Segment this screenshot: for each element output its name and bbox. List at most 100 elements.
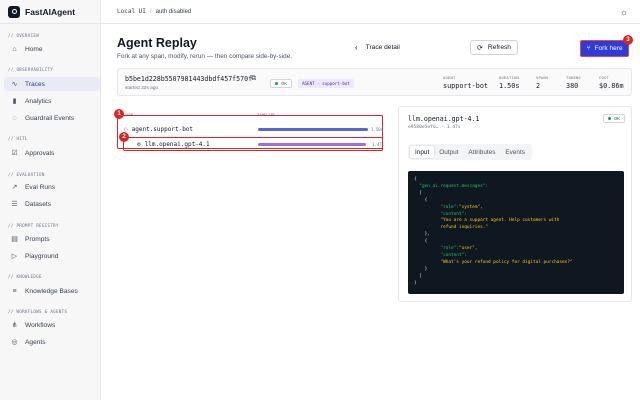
tab-output[interactable]: Output xyxy=(434,146,463,158)
span-detail-panel: llm.openai.gpt-4.1 e9580e5efd… · 1.47s O… xyxy=(398,106,632,302)
sidebar-item-label: Analytics xyxy=(25,97,52,105)
code-key: "content": xyxy=(440,211,467,217)
fork-icon: ⑂ xyxy=(586,45,591,52)
sidebar-item-label: Knowledge Bases xyxy=(25,287,78,295)
llm-span-icon: ⚙ xyxy=(137,140,141,148)
sidebar-item-analytics[interactable]: ▮ Analytics xyxy=(4,94,100,108)
sidebar-item-agents[interactable]: ◎ Agents xyxy=(4,335,100,349)
agent-badge: AGENT · support-bot xyxy=(298,79,354,88)
stat-label: TOKENS xyxy=(566,75,581,80)
status-text: OK xyxy=(613,116,620,121)
database-icon: ≡ xyxy=(12,287,17,295)
section-workflows-title: // WORKFLOWS & AGENTS xyxy=(8,309,68,314)
sidebar-item-knowledge-bases[interactable]: ≡ Knowledge Bases xyxy=(4,284,100,298)
span-name: agent.support-bot xyxy=(131,125,194,133)
section-knowledge-title: // KNOWLEDGE xyxy=(8,274,42,279)
sidebar-item-eval-runs[interactable]: ↗ Eval Runs xyxy=(4,180,100,194)
fork-here-label: Fork here xyxy=(594,45,623,52)
stat-agent: AGENT support-bot xyxy=(443,75,488,90)
code-line: { xyxy=(424,197,428,203)
page-subtitle: Fork at any span, modify, rerun — then c… xyxy=(117,53,292,60)
code-value: "user", xyxy=(458,246,478,252)
tab-events[interactable]: Events xyxy=(500,146,530,158)
trace-detail-link[interactable]: ‹ Trace detail xyxy=(355,43,400,52)
auth-status: auth disabled xyxy=(155,8,192,15)
tab-attributes[interactable]: Attributes xyxy=(463,146,500,158)
sidebar-item-guardrail-events[interactable]: ◌ Guardrail Events xyxy=(4,111,100,125)
page-title: Agent Replay xyxy=(117,36,197,50)
input-json-viewer[interactable]: { "gen_ai.request.messages": [ { "role":… xyxy=(408,171,624,294)
code-line: } xyxy=(414,280,417,286)
trace-id: b5be1d228b5507981443dbdf457f570f xyxy=(125,75,253,83)
status-badge: OK xyxy=(270,79,293,88)
stat-value: $0.86m xyxy=(599,82,624,90)
tab-input[interactable]: Input xyxy=(410,146,435,158)
home-icon: ⌂ xyxy=(12,45,17,53)
span-row-llm[interactable]: ⚙ llm.openai.gpt-4.1 xyxy=(137,138,210,150)
bar-chart-icon: ▮ xyxy=(12,98,17,105)
sidebar-item-label: Traces xyxy=(25,80,45,88)
section-hitl-title: // HITL xyxy=(8,136,28,141)
topbar-separator: / xyxy=(149,8,152,15)
detail-status-badge: OK xyxy=(602,114,625,123)
code-key: "content": xyxy=(440,252,467,258)
stat-duration: DURATION 1.50s xyxy=(499,75,519,90)
topbar: Local UI / auth disabled ☼ xyxy=(101,0,640,24)
section-prompt-registry-title: // PROMPT REGISTRY xyxy=(8,223,59,228)
stat-value: 2 xyxy=(536,82,541,90)
trend-icon: ↗ xyxy=(11,184,18,191)
brand[interactable]: FastAIAgent xyxy=(0,0,100,24)
stat-value: 380 xyxy=(566,82,579,90)
stat-cost: COST $0.86m xyxy=(599,75,624,90)
span-row-agent[interactable]: ◌ agent.support-bot xyxy=(124,123,193,135)
code-value: "You are a support agent. Help customers… xyxy=(440,218,560,224)
code-line: } xyxy=(424,266,428,272)
span-name: llm.openai.gpt-4.1 xyxy=(144,140,210,148)
sidebar-item-traces[interactable]: ∿ Traces xyxy=(4,77,100,91)
play-icon: ▷ xyxy=(11,253,18,260)
code-value: "system", xyxy=(458,204,483,210)
refresh-button[interactable]: ⟳ Refresh xyxy=(470,40,518,55)
span-bar-llm xyxy=(258,143,366,146)
sidebar-item-label: Workflows xyxy=(25,321,56,329)
sidebar-item-label: Agents xyxy=(25,338,46,346)
annotation-marker-3: 3 xyxy=(623,35,633,45)
sidebar-item-home[interactable]: ⌂ Home xyxy=(4,42,100,56)
chevron-left-icon: ‹ xyxy=(355,43,358,52)
stat-label: COST xyxy=(599,75,609,80)
activity-icon: ∿ xyxy=(11,81,18,88)
code-line: [ xyxy=(419,190,422,196)
sidebar-item-playground[interactable]: ▷ Playground xyxy=(4,249,100,263)
shield-icon: ◌ xyxy=(12,114,17,122)
sun-icon[interactable]: ☼ xyxy=(620,7,628,17)
status-dot-icon xyxy=(275,82,278,85)
sidebar-item-workflows[interactable]: ⋔ Workflows xyxy=(4,318,100,332)
sidebar-item-label: Prompts xyxy=(25,235,50,243)
section-overview-title: // OVERVIEW xyxy=(8,33,40,38)
sidebar-item-label: Home xyxy=(25,45,43,53)
annotation-marker-1: 1 xyxy=(114,109,124,119)
detail-tabs: Input Output Attributes Events xyxy=(408,144,532,160)
sidebar-item-prompts[interactable]: ▤ Prompts xyxy=(4,232,100,246)
code-line: }, xyxy=(424,232,430,238)
copy-icon[interactable]: ⧉ xyxy=(251,75,256,83)
sidebar-item-label: Datasets xyxy=(25,200,52,208)
sidebar: FastAIAgent // OVERVIEW ⌂ Home // OBSERV… xyxy=(0,0,101,400)
status-dot-icon xyxy=(607,117,611,120)
code-key: "role": xyxy=(440,246,459,252)
fork-here-button[interactable]: ⑂ Fork here xyxy=(580,40,629,57)
code-line: ] xyxy=(419,273,422,279)
sidebar-item-datasets[interactable]: ☰ Datasets xyxy=(4,197,100,211)
stat-label: SPANS xyxy=(536,75,549,80)
sidebar-item-approvals[interactable]: ☑ Approvals xyxy=(4,146,100,160)
stat-label: AGENT xyxy=(443,75,456,80)
workflow-icon: ⋔ xyxy=(11,322,18,329)
bot-icon: ◎ xyxy=(11,339,18,346)
stat-spans: SPANS 2 xyxy=(536,75,548,90)
app-name: FastAIAgent xyxy=(25,6,76,17)
code-key: "role": xyxy=(440,204,459,210)
span-duration: 1.47s xyxy=(372,142,385,147)
detail-title: llm.openai.gpt-4.1 xyxy=(408,115,480,123)
annotation-marker-2: 2 xyxy=(119,132,129,142)
sidebar-item-label: Playground xyxy=(25,252,59,260)
